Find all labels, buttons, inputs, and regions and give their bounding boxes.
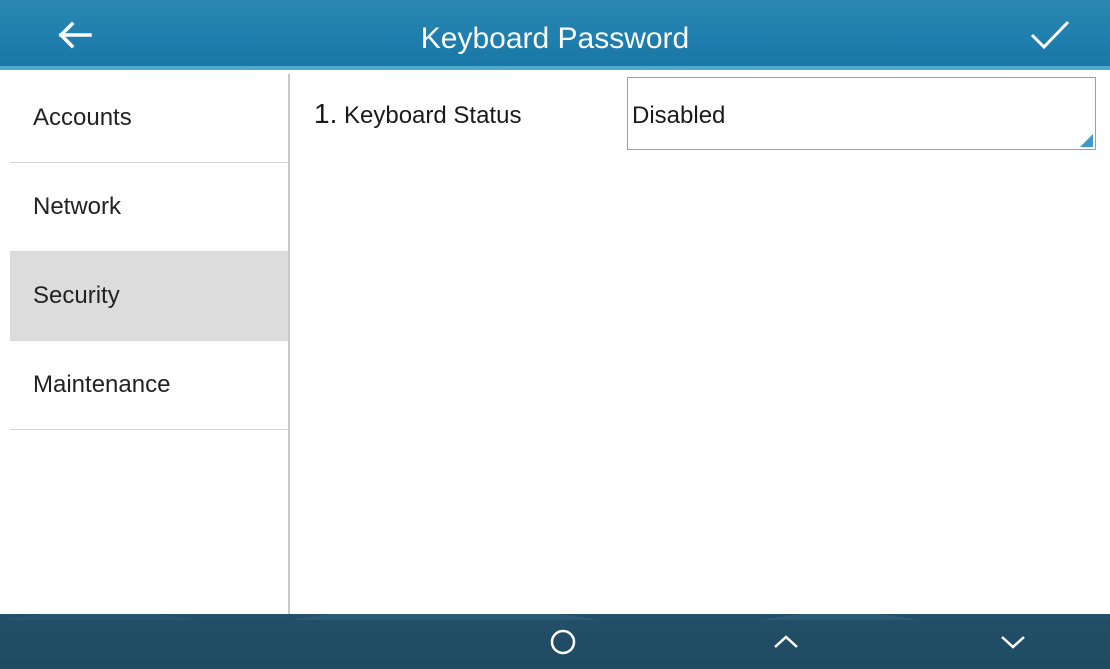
confirm-button[interactable] bbox=[1020, 12, 1080, 58]
sidebar: Accounts Network Security Maintenance bbox=[10, 74, 288, 614]
sidebar-item-accounts[interactable]: Accounts bbox=[10, 74, 288, 163]
circle-icon bbox=[550, 629, 576, 654]
sidebar-item-label: Maintenance bbox=[33, 371, 171, 398]
keyboard-status-value: Disabled bbox=[632, 102, 726, 129]
screen: Keyboard Password Accounts Network Secur… bbox=[0, 0, 1110, 669]
checkmark-icon bbox=[1030, 20, 1070, 50]
sidebar-item-maintenance[interactable]: Maintenance bbox=[10, 341, 288, 430]
title-bar: Keyboard Password bbox=[0, 0, 1110, 70]
back-button[interactable] bbox=[40, 14, 112, 56]
softkey-circle[interactable] bbox=[518, 614, 608, 669]
settings-panel: 1. Keyboard Status Disabled bbox=[290, 74, 1110, 614]
sidebar-item-label: Security bbox=[33, 282, 120, 309]
page-title: Keyboard Password bbox=[420, 22, 690, 55]
chevron-up-icon bbox=[774, 634, 798, 648]
dropdown-corner-icon bbox=[1080, 134, 1093, 147]
sidebar-item-label: Accounts bbox=[33, 104, 132, 131]
softkey-bar bbox=[0, 614, 1110, 669]
keyboard-status-select[interactable]: Disabled bbox=[627, 77, 1096, 150]
sidebar-item-security[interactable]: Security bbox=[10, 252, 288, 341]
setting-row-keyboard-status: 1. Keyboard Status Disabled bbox=[290, 74, 1110, 154]
setting-label: Keyboard Status bbox=[344, 102, 522, 129]
back-arrow-icon bbox=[58, 21, 92, 49]
sidebar-item-network[interactable]: Network bbox=[10, 163, 288, 252]
sidebar-item-label: Network bbox=[33, 193, 122, 220]
softkey-down[interactable] bbox=[968, 614, 1058, 669]
setting-index: 1. bbox=[314, 98, 338, 129]
softkey-up[interactable] bbox=[741, 614, 831, 669]
chevron-down-icon bbox=[1001, 635, 1025, 649]
